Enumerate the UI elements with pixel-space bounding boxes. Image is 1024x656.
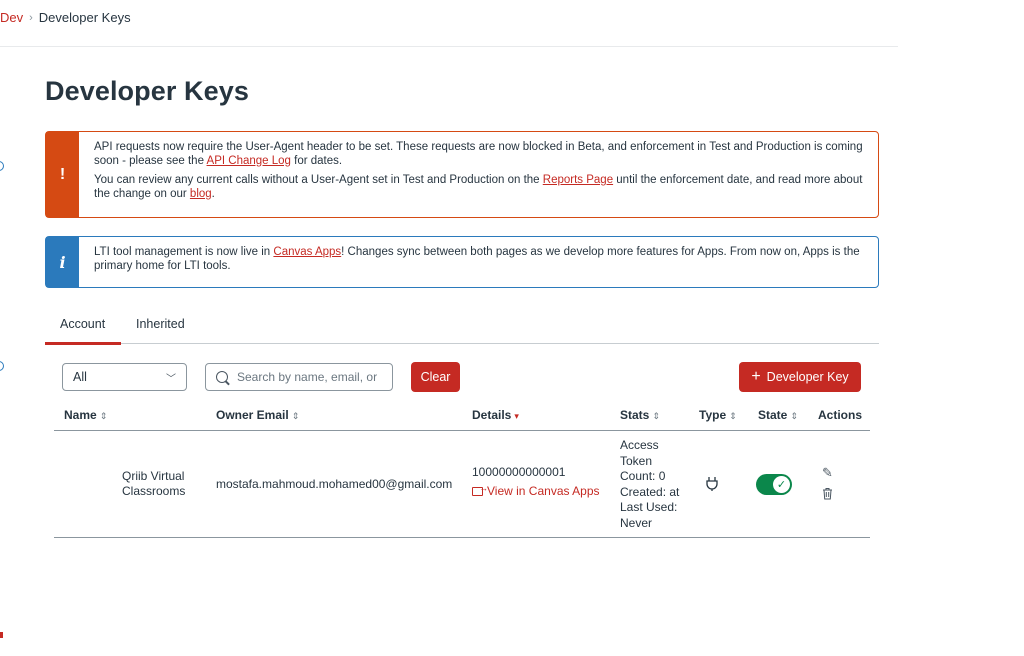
add-developer-key-button[interactable]: + Developer Key	[739, 362, 861, 392]
info-alert-text: LTI tool management is now live in Canva…	[94, 246, 864, 273]
search-icon	[216, 371, 228, 383]
edge-nav-circle-icon[interactable]	[0, 161, 4, 171]
tab-inherited[interactable]: Inherited	[121, 316, 200, 344]
edge-nav-circle-icon[interactable]	[0, 361, 4, 371]
chevron-down-icon: ﹀	[166, 373, 176, 385]
plug-icon	[705, 476, 719, 496]
warning-alert-line2: You can review any current calls without…	[94, 174, 864, 201]
warning-alert-body: API requests now require the User-Agent …	[79, 132, 878, 217]
reports-page-link[interactable]: Reports Page	[543, 174, 613, 186]
column-header-stats[interactable]: Stats ⇕	[620, 408, 660, 422]
header-divider	[0, 46, 898, 47]
warning-text: .	[211, 187, 215, 200]
breadcrumb-current: Developer Keys	[38, 10, 131, 25]
stats-line: Token	[620, 453, 653, 468]
stats-line: Last Used:	[620, 500, 678, 514]
info-text: LTI tool management is now live in	[94, 246, 274, 258]
view-link-label: View in Canvas Apps	[487, 484, 600, 498]
breadcrumb-separator-icon: ›	[29, 11, 33, 24]
sort-icon: ⇕	[652, 411, 660, 421]
warning-text: You can review any current calls without…	[94, 174, 543, 186]
breadcrumb-root-link[interactable]: Dev	[0, 10, 23, 25]
column-header-label: Details	[472, 408, 512, 422]
key-name: Qriib Virtual Classrooms	[122, 469, 185, 499]
view-in-canvas-apps-link[interactable]: View in Canvas Apps	[472, 483, 600, 498]
sort-icon: ⇕	[790, 411, 798, 421]
column-header-actions: Actions	[818, 408, 863, 422]
key-name-line: Qriib Virtual	[122, 469, 185, 483]
stats-line: Count: 0	[620, 469, 666, 483]
tab-account[interactable]: Account	[45, 316, 121, 345]
info-icon: i	[46, 237, 79, 287]
warning-alert-line1: API requests now require the User-Agent …	[94, 141, 864, 168]
api-change-log-link[interactable]: API Change Log	[207, 155, 291, 167]
column-header-owner-email[interactable]: Owner Email ⇕	[216, 408, 299, 422]
table-row: Qriib Virtual Classrooms mostafa.mahmoud…	[54, 432, 870, 538]
external-link-icon	[472, 483, 488, 496]
sort-icon: ⇕	[99, 411, 108, 421]
state-toggle[interactable]: ✓	[756, 474, 792, 495]
column-header-label: Owner Email	[216, 408, 289, 422]
info-alert-body: LTI tool management is now live in Canva…	[79, 237, 878, 287]
column-header-label: State	[758, 408, 788, 422]
edge-marker	[0, 632, 3, 638]
sort-icon: ⇕	[729, 411, 737, 421]
column-header-label: Name	[64, 408, 97, 422]
column-header-type[interactable]: Type ⇕	[699, 408, 737, 422]
add-developer-key-label: Developer Key	[766, 370, 849, 384]
tab-list: Account Inherited	[45, 316, 879, 345]
search-placeholder: Search by name, email, or	[237, 370, 378, 384]
stats-line: Access	[620, 438, 659, 452]
check-icon: ✓	[773, 476, 790, 493]
canvas-apps-link[interactable]: Canvas Apps	[273, 246, 341, 258]
stats-line: Created: at	[620, 484, 680, 499]
info-alert: i LTI tool management is now live in Can…	[45, 236, 879, 288]
breadcrumb: Dev › Developer Keys	[0, 10, 131, 25]
key-stats: Access Token Count: 0 Created: at Last U…	[620, 438, 690, 531]
key-id: 10000000000001	[472, 465, 566, 479]
column-header-details[interactable]: Details ▾	[472, 408, 519, 422]
filter-select-value: All	[73, 370, 87, 384]
filter-select[interactable]: All ﹀	[62, 363, 187, 391]
stats-line: Never	[620, 515, 653, 530]
warning-alert: ! API requests now require the User-Agen…	[45, 131, 879, 218]
column-header-label: Stats	[620, 408, 650, 422]
sort-icon: ⇕	[291, 411, 300, 421]
warning-text: for dates.	[290, 154, 343, 167]
warning-icon: !	[46, 132, 79, 217]
plus-icon: +	[751, 368, 761, 385]
clear-button[interactable]: Clear	[411, 362, 460, 392]
table-header: Name ⇕ Owner Email ⇕ Details ▾ Stats ⇕ Type ⇕…	[54, 408, 870, 431]
delete-trash-icon[interactable]	[822, 487, 833, 503]
owner-email: mostafa.mahmoud.mohamed00@gmail.com	[216, 477, 453, 491]
page-title: Developer Keys	[45, 76, 250, 106]
search-input[interactable]: Search by name, email, or	[205, 363, 393, 391]
key-name-line: Classrooms	[122, 484, 186, 498]
column-header-name[interactable]: Name ⇕	[64, 408, 107, 422]
blog-link[interactable]: blog	[190, 188, 212, 200]
column-header-state[interactable]: State ⇕	[758, 408, 798, 422]
sort-descending-icon: ▾	[514, 411, 519, 421]
edit-pencil-icon[interactable]: ✎	[822, 465, 833, 481]
column-header-label: Type	[699, 408, 727, 422]
